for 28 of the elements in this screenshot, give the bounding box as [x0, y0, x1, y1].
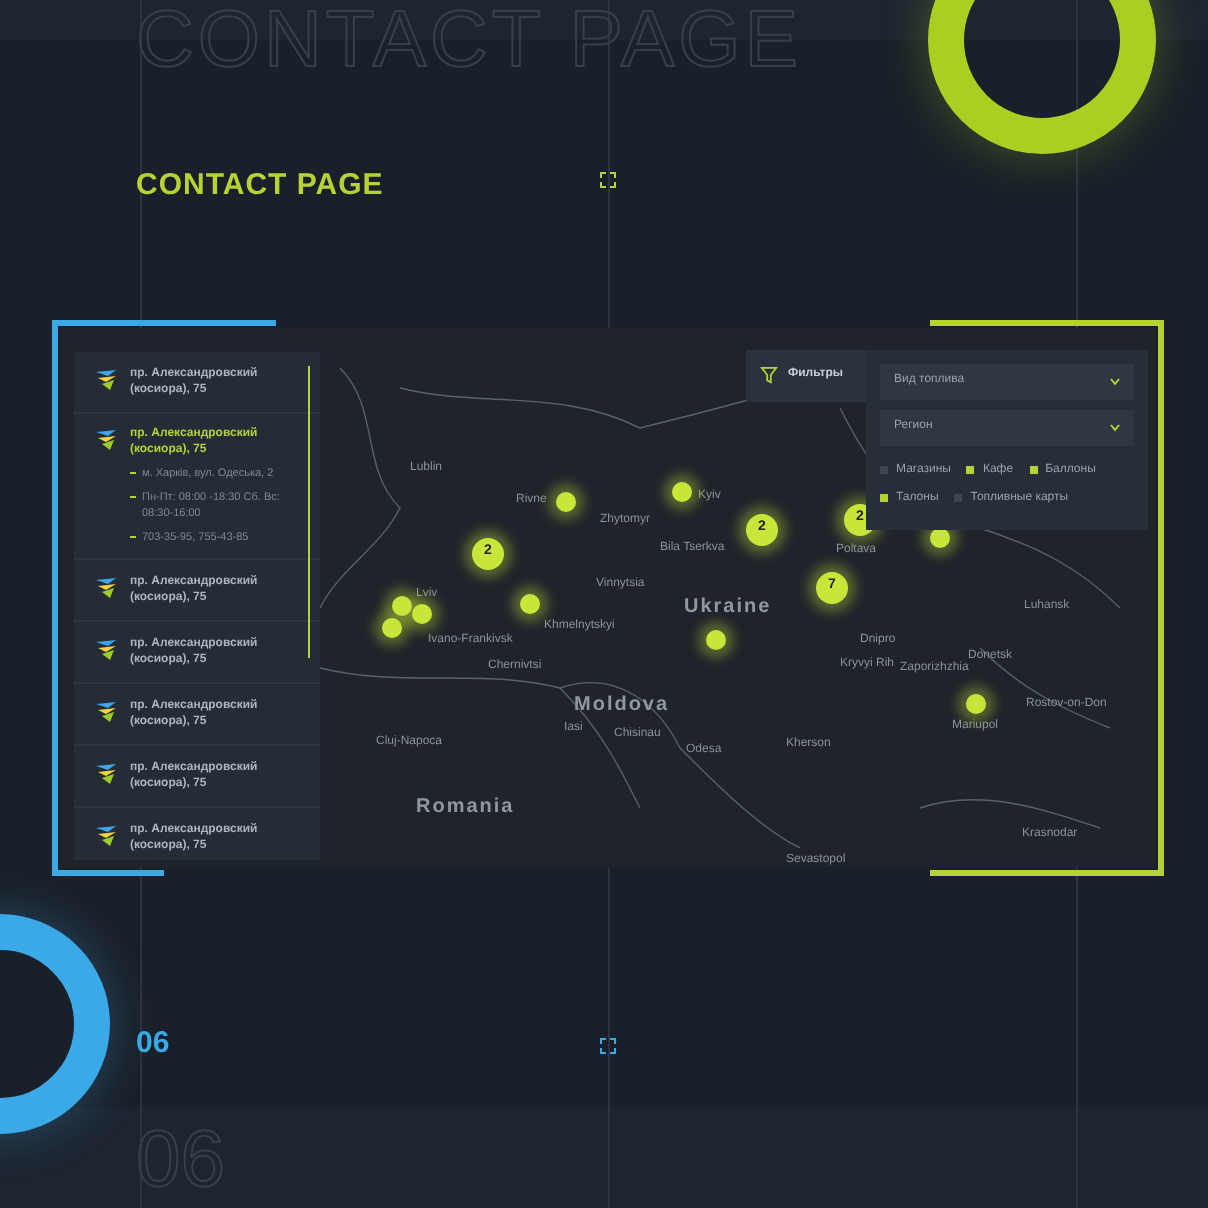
- chevron-down-icon: [1110, 377, 1120, 385]
- map-marker[interactable]: [412, 603, 432, 623]
- page-number: 06: [136, 1023, 170, 1063]
- chevron-down-icon: [1110, 423, 1120, 431]
- country-label: Ukraine: [684, 593, 772, 621]
- checkbox[interactable]: [1029, 466, 1038, 474]
- logo-icon: [94, 637, 118, 661]
- logo-icon: [94, 823, 118, 847]
- checkbox[interactable]: [966, 466, 975, 474]
- checkbox[interactable]: [880, 494, 888, 502]
- country-label: Moldova: [574, 691, 670, 719]
- crosshair-icon: [600, 172, 616, 188]
- map-marker[interactable]: [706, 629, 726, 649]
- filter-icon: [760, 366, 778, 384]
- map-marker[interactable]: [672, 481, 692, 501]
- map-marker[interactable]: [392, 595, 412, 615]
- logo-icon: [94, 761, 118, 785]
- logo-icon: [94, 575, 118, 599]
- map-marker[interactable]: [382, 617, 402, 637]
- page-title: CONTACT PAGE: [136, 166, 384, 206]
- country-label: Romania: [416, 793, 515, 821]
- map-marker[interactable]: [520, 593, 540, 613]
- map-marker[interactable]: [556, 491, 576, 511]
- crosshair-icon: [600, 1038, 616, 1054]
- logo-icon: [94, 427, 118, 451]
- map-marker[interactable]: [966, 693, 986, 713]
- logo-icon: [94, 367, 118, 391]
- logo-icon: [94, 699, 118, 723]
